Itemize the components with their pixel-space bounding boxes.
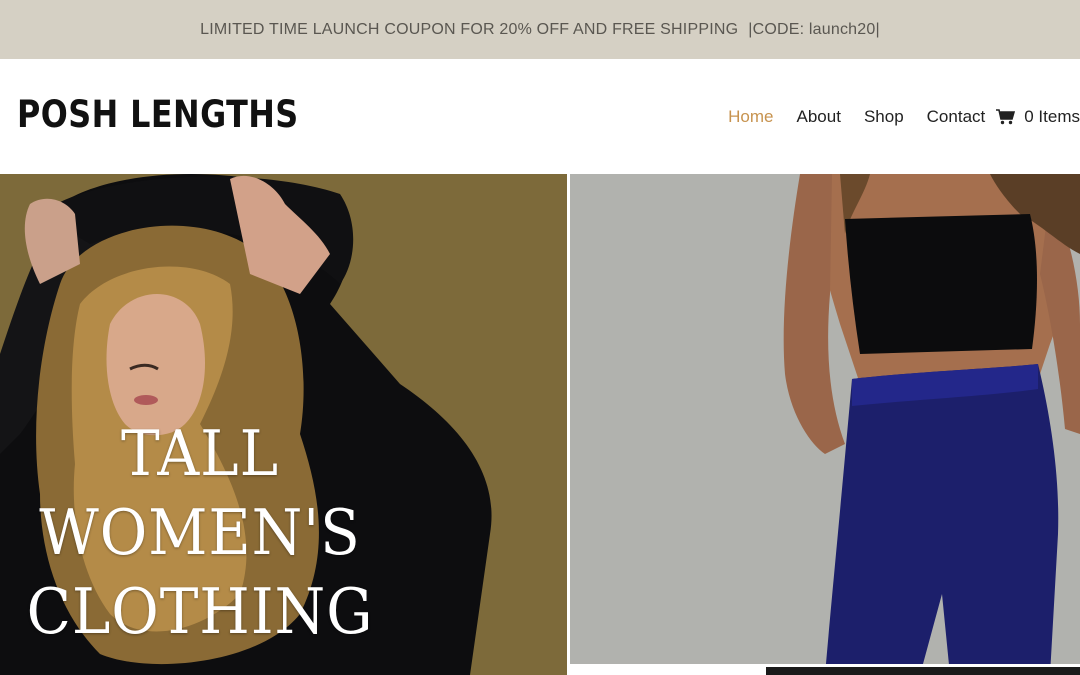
cart-icon (996, 108, 1016, 124)
nav-shop[interactable]: Shop (864, 107, 904, 127)
main-nav: Home About Shop Contact 0 Items (728, 59, 1080, 174)
site-logo[interactable]: POSH LENGTHS (17, 93, 299, 136)
promo-text: LIMITED TIME LAUNCH COUPON FOR 20% OFF A… (200, 20, 739, 38)
model-leggings-image (783, 174, 1080, 675)
site-header: POSH LENGTHS Home About Shop Contact 0 I… (0, 59, 1080, 174)
hero-section: TALL WOMEN'S CLOTHING (0, 174, 1080, 675)
cart-link[interactable]: 0 Items (996, 107, 1080, 127)
nav-home[interactable]: Home (728, 107, 773, 127)
nav-contact[interactable]: Contact (927, 107, 986, 127)
nav-about[interactable]: About (797, 107, 841, 127)
hero-title-line: TALL (120, 417, 280, 490)
divider-dark (766, 667, 1080, 675)
promo-bar: LIMITED TIME LAUNCH COUPON FOR 20% OFF A… (0, 0, 1080, 59)
hero-title: TALL WOMEN'S CLOTHING (0, 414, 400, 651)
hero-right-image[interactable] (570, 174, 1080, 675)
hero-left-image[interactable]: TALL WOMEN'S CLOTHING (0, 174, 567, 675)
hero-title-line: CLOTHING (26, 575, 374, 648)
cart-count-label: 0 Items (1024, 106, 1080, 126)
promo-code: |CODE: launch20| (748, 20, 880, 38)
hero-title-line: WOMEN'S (39, 496, 361, 569)
